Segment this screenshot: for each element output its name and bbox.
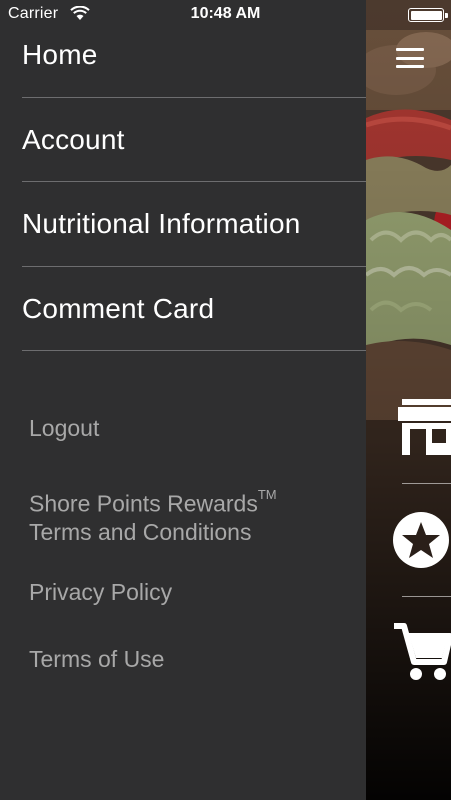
- icon-divider: [402, 483, 451, 484]
- menu-icon[interactable]: [396, 48, 424, 68]
- terms-of-use-link[interactable]: Terms of Use: [29, 645, 164, 673]
- icon-divider: [402, 596, 451, 597]
- rewards-terms-line2: Terms and Conditions: [29, 518, 252, 545]
- menu-item-label: Account: [22, 123, 125, 155]
- menu-item-label: Nutritional Information: [22, 208, 301, 239]
- battery-icon: [408, 8, 448, 22]
- menu-item-nutritional-information[interactable]: Nutritional Information: [22, 182, 366, 267]
- cart-icon[interactable]: [392, 622, 451, 682]
- menu-item-label: Comment Card: [22, 292, 215, 324]
- side-menu-drawer: Home Account Nutritional Information Com…: [0, 0, 366, 800]
- clock: 10:48 AM: [190, 5, 261, 22]
- star-icon[interactable]: [392, 511, 451, 569]
- background-app: [366, 0, 451, 800]
- status-bar: Carrier 10:48 AM: [0, 0, 451, 30]
- menu-item-account[interactable]: Account: [22, 98, 366, 182]
- rewards-terms-link[interactable]: Shore Points RewardsTM Terms and Conditi…: [29, 485, 277, 546]
- app-screen: Carrier 10:48 AM Home Account Nutritiona…: [0, 0, 451, 800]
- menu-item-comment-card[interactable]: Comment Card: [22, 267, 366, 351]
- background-app-icons: [366, 0, 451, 800]
- rewards-terms-line1: Shore Points Rewards: [29, 490, 258, 517]
- logout-link[interactable]: Logout: [29, 414, 99, 442]
- trademark-mark: TM: [257, 487, 277, 502]
- privacy-policy-link[interactable]: Privacy Policy: [29, 578, 172, 606]
- menu-item-label: Home: [22, 39, 98, 70]
- main-menu: Home Account Nutritional Information Com…: [0, 13, 366, 351]
- store-icon[interactable]: [392, 395, 451, 459]
